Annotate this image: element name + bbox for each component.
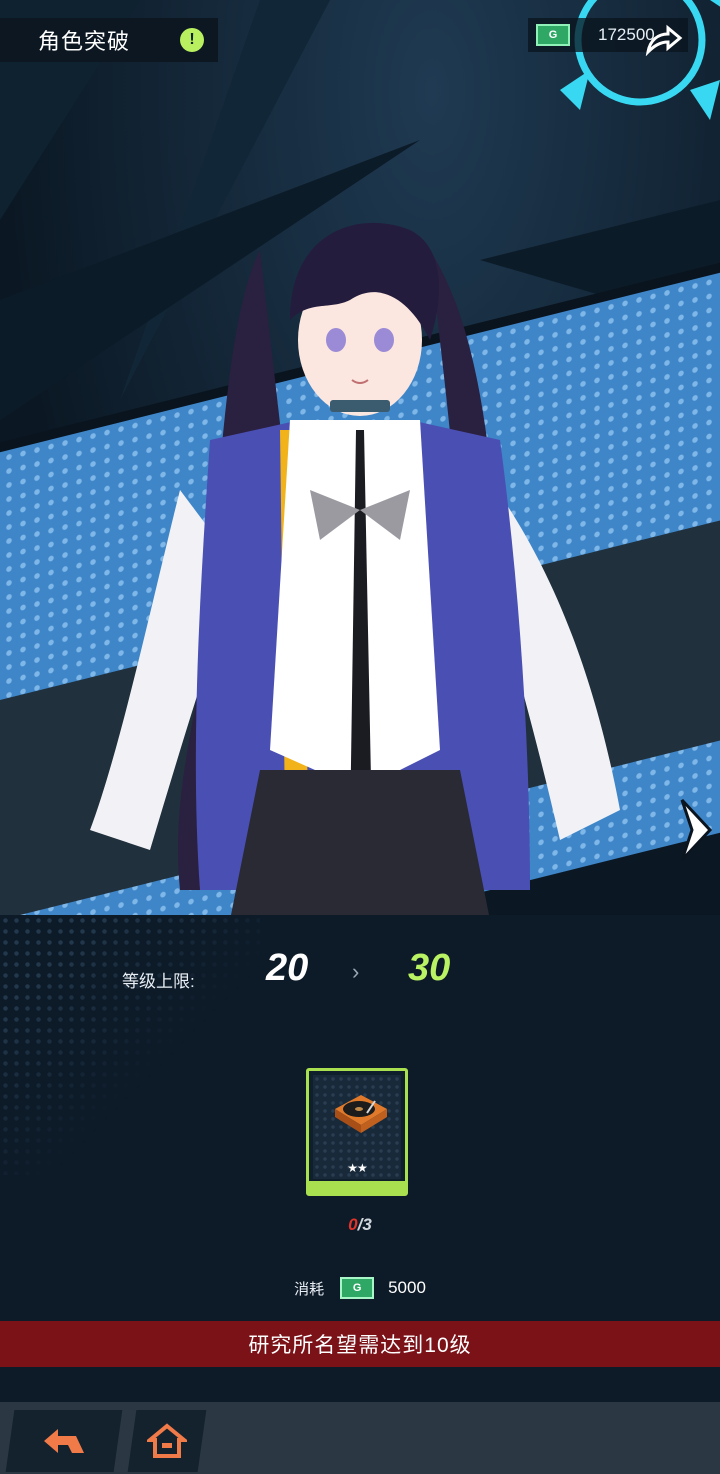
level-cap-current: 20 (266, 947, 309, 989)
cost-value: 5000 (388, 1278, 426, 1297)
requirement-warning[interactable]: 研究所名望需达到10级 (0, 1321, 720, 1367)
material-item-card[interactable]: ★★ (306, 1068, 408, 1196)
material-required: /3 (357, 1215, 372, 1234)
breakthrough-panel: 等级上限: 20 › 30 ★★ 0/3 消耗 G 5000 研究所名望需达到1… (0, 915, 720, 1405)
back-arrow-icon (44, 1429, 84, 1453)
page-title: 角色突破 (38, 29, 131, 54)
home-button[interactable] (127, 1410, 207, 1472)
gold-currency-icon: G (536, 24, 570, 46)
rarity-stars: ★★ (347, 1161, 368, 1175)
character-scene (0, 0, 720, 915)
cost-label: 消耗 (294, 1280, 325, 1298)
share-icon[interactable] (644, 24, 684, 56)
material-count: 0/3 (0, 1215, 720, 1235)
level-cap-label: 等级上限: (122, 972, 195, 991)
chevron-right-icon (680, 798, 713, 862)
level-arrow-icon: › (352, 959, 360, 984)
currency-display: G 172500 (528, 18, 688, 56)
gold-currency-icon: G (340, 1277, 375, 1299)
home-icon (147, 1423, 187, 1458)
level-cap-next: 30 (408, 947, 451, 989)
alert-icon[interactable]: ! (180, 28, 204, 52)
back-button[interactable] (5, 1410, 123, 1472)
character-portrait (90, 222, 620, 915)
bottom-nav (0, 1402, 720, 1474)
cost-row: 消耗 G 5000 (0, 1277, 720, 1299)
material-owned: 0 (348, 1215, 358, 1234)
page-header: 角色突破 ! (0, 18, 218, 62)
next-character-arrow[interactable] (676, 796, 716, 864)
turntable-icon (335, 1095, 387, 1133)
